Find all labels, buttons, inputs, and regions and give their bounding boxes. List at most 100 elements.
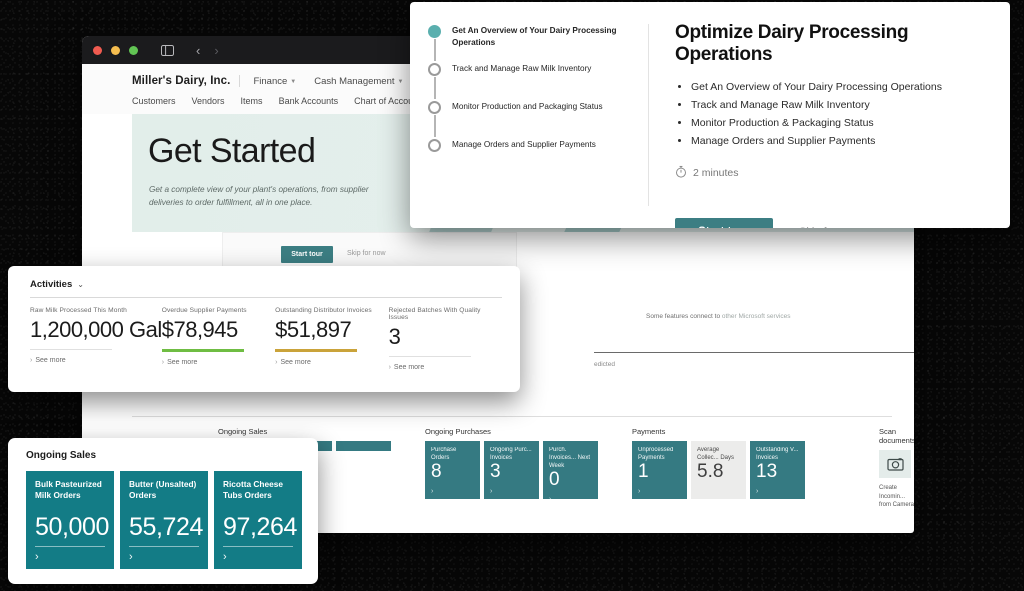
metric-rule — [30, 349, 112, 350]
metric-raw-milk-processed[interactable]: Raw Milk Processed This Month 1,200,000 … — [30, 307, 162, 371]
tile-ongoing-purchase-invoices[interactable]: Ongoing Purc... Invoices 3 › — [484, 441, 539, 499]
truncated-text: edicted — [594, 361, 615, 368]
nav-item-vendors[interactable]: Vendors — [192, 96, 225, 106]
tile-purchase-orders[interactable]: Purchase Orders 8 › — [425, 441, 480, 499]
tour-stepper: Get An Overview of Your Dairy Processing… — [410, 2, 648, 228]
see-more-label: See more — [393, 364, 425, 371]
chevron-right-icon[interactable]: › — [549, 496, 592, 503]
os-tile-ricotta-cheese-tubs-orders[interactable]: Ricotta Cheese Tubs Orders 97,264 › — [214, 471, 302, 569]
metric-value: $51,897 — [275, 317, 352, 342]
activities-card: Activities ⌄ Raw Milk Processed This Mon… — [8, 266, 520, 392]
step-label: Track and Manage Raw Milk Inventory — [452, 64, 592, 73]
tour-step-2[interactable]: Track and Manage Raw Milk Inventory — [428, 62, 648, 100]
see-more-link[interactable]: › See more — [30, 357, 162, 364]
see-more-link[interactable]: › See more — [275, 359, 388, 366]
chevron-right-icon: › — [161, 358, 165, 366]
os-tile-value: 50,000 — [35, 513, 110, 542]
maximize-window-button[interactable] — [129, 45, 138, 55]
tile-label: Average Collec... Days — [697, 447, 735, 462]
ongoing-sales-card: Ongoing Sales Bulk Pasteurized Milk Orde… — [8, 438, 318, 584]
tile-value: 13 — [756, 461, 778, 483]
tile-purchase-invoices-next-week[interactable]: Purch. Invoices... Next Week 0 › — [543, 441, 598, 503]
tour-step-3[interactable]: Monitor Production and Packaging Status — [428, 100, 648, 138]
tour-step-1[interactable]: Get An Overview of Your Dairy Processing… — [428, 24, 648, 62]
activities-title: Activities — [30, 279, 73, 290]
nav-item-finance[interactable]: Finance ▼ — [253, 76, 296, 87]
metric-outstanding-distributor-invoices[interactable]: Outstanding Distributor Invoices $51,897… — [275, 307, 388, 371]
ongoing-sales-tiles: Bulk Pasteurized Milk Orders 50,000 › Bu… — [26, 471, 304, 569]
tour-step-4[interactable]: Manage Orders and Supplier Payments — [428, 138, 648, 176]
minimize-window-button[interactable] — [111, 45, 120, 55]
metric-rejected-batches[interactable]: Rejected Batches With Quality Issues 3 ›… — [388, 307, 502, 371]
tile-value: 3 — [490, 461, 501, 483]
group-title: Ongoing Sales — [218, 427, 268, 436]
chevron-right-icon[interactable]: › — [35, 547, 105, 569]
tile-value: 1 — [638, 461, 649, 483]
see-more-label: See more — [167, 358, 198, 366]
tile-unprocessed-payments[interactable]: Unprocessed Payments 1 › — [632, 441, 687, 499]
see-more-label: See more — [280, 358, 311, 366]
tile-outstanding-vendor-invoices[interactable]: Outstanding V... Invoices 13 › — [750, 441, 805, 499]
tile-group-payments: Payments Unprocessed Payments 1 › Averag… — [632, 427, 805, 510]
section-divider — [594, 352, 914, 353]
tile-average-collection-days[interactable]: Average Collec... Days 5.8 — [691, 441, 746, 499]
metric-overdue-supplier-payments[interactable]: Overdue Supplier Payments $78,945 › See m… — [161, 307, 275, 371]
os-tile-butter-unsalted-orders[interactable]: Butter (Unsalted) Orders 55,724 › — [120, 471, 208, 569]
chevron-right-icon[interactable]: › — [756, 488, 799, 495]
chevron-right-icon[interactable]: › — [129, 547, 199, 569]
chevron-right-icon[interactable]: › — [431, 488, 474, 495]
nav-item-customers[interactable]: Customers — [132, 96, 176, 106]
mini-start-tour-button[interactable]: Start tour — [281, 246, 333, 263]
metric-rule — [161, 349, 244, 352]
chevron-down-icon: ▼ — [290, 78, 297, 85]
os-tile-label: Bulk Pasteurized Milk Orders — [35, 479, 102, 501]
step-connector — [434, 39, 436, 61]
note-link[interactable]: other Microsoft services — [722, 313, 791, 320]
nav-label: Cash Management — [314, 76, 395, 87]
os-tile-bulk-pasteurized-milk-orders[interactable]: Bulk Pasteurized Milk Orders 50,000 › — [26, 471, 114, 569]
nav-item-cash-management[interactable]: Cash Management ▼ — [314, 76, 403, 87]
group-title: Ongoing Purchases — [425, 427, 491, 436]
sidebar-icon[interactable] — [161, 44, 174, 56]
step-connector — [434, 77, 436, 99]
skip-for-now-link[interactable]: Skip for now — [799, 226, 860, 228]
step-label: Monitor Production and Packaging Status — [452, 102, 603, 111]
nav-item-items[interactable]: Items — [241, 96, 263, 106]
group-title: Payments — [632, 427, 666, 436]
activities-header[interactable]: Activities ⌄ — [30, 279, 502, 290]
tour-content: Optimize Dairy Processing Operations Get… — [649, 2, 1010, 228]
nav-label: Finance — [253, 76, 288, 87]
step-bullet-empty-icon — [428, 101, 441, 114]
note-prefix: Some features connect to — [646, 313, 722, 320]
chevron-right-icon[interactable]: › — [223, 547, 293, 569]
mini-skip-link[interactable]: Skip for now — [347, 250, 386, 257]
tour-bullet-list: Get An Overview of Your Dairy Processing… — [691, 78, 986, 150]
activities-metrics: Raw Milk Processed This Month 1,200,000 … — [30, 307, 502, 371]
tour-bullet: Track and Manage Raw Milk Inventory — [691, 96, 986, 114]
chevron-right-icon[interactable]: › — [490, 488, 533, 495]
company-name: Miller's Dairy, Inc. — [132, 75, 241, 87]
browser-forward-icon[interactable]: › — [214, 43, 218, 58]
close-window-button[interactable] — [93, 45, 102, 55]
chevron-right-icon[interactable] — [697, 488, 740, 495]
start-tour-button[interactable]: Start tour — [675, 218, 773, 228]
os-tile-label: Ricotta Cheese Tubs Orders — [223, 479, 283, 501]
chevron-right-icon[interactable]: › — [638, 488, 681, 495]
camera-icon[interactable] — [879, 450, 911, 478]
chevron-down-icon: ▼ — [397, 78, 404, 85]
tile-value: 0 — [549, 469, 560, 491]
tour-actions: Start tour Skip for now — [675, 218, 986, 228]
chevron-down-icon[interactable]: ⌄ — [77, 280, 84, 289]
see-more-link[interactable]: › See more — [389, 364, 502, 371]
metric-rule — [275, 349, 358, 352]
nav-item-bank-accounts[interactable]: Bank Accounts — [279, 96, 339, 106]
tile-stub[interactable] — [336, 441, 391, 451]
see-more-link[interactable]: › See more — [162, 359, 275, 366]
tour-bullet: Get An Overview of Your Dairy Processing… — [691, 78, 986, 96]
metric-value: 1,200,000 Gal — [30, 317, 162, 342]
metric-label: Overdue Supplier Payments — [161, 307, 247, 314]
step-label: Manage Orders and Supplier Payments — [452, 140, 596, 149]
tile-label: Purchase Orders — [431, 447, 457, 462]
os-tile-value: 97,264 — [223, 513, 298, 542]
browser-back-icon[interactable]: ‹ — [196, 43, 200, 58]
